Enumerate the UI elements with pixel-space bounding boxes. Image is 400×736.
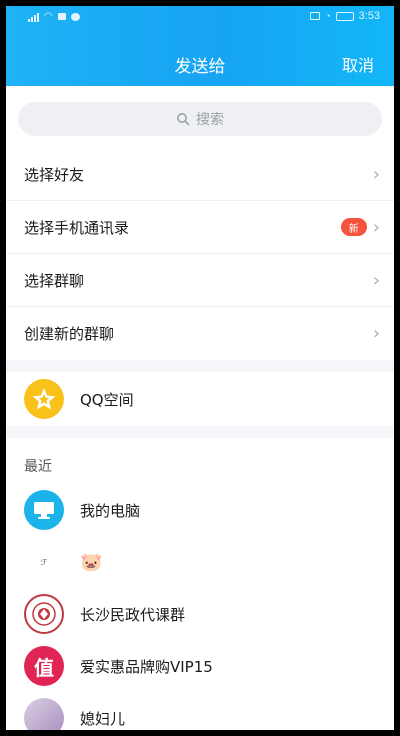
recent-item-name: 我的电脑 [80,501,141,520]
chevron-right-icon: › [372,163,380,185]
status-right: ◔ 3:53 [310,10,380,22]
menu-item-select-friends[interactable]: 选择好友 › [6,148,394,201]
recent-item[interactable]: 我的电脑 [6,484,394,536]
search-input[interactable]: 搜索 [18,102,382,136]
search-icon [177,113,190,126]
search-section: 搜索 [6,86,394,148]
qzone-star-icon [24,379,64,419]
qzone-item[interactable]: QQ空间 [6,372,394,426]
section-divider [6,426,394,438]
menu-item-select-groups[interactable]: 选择群聊 › [6,254,394,307]
qzone-label: QQ空间 [80,390,134,409]
chat-icon [70,12,80,21]
battery-icon [335,11,354,21]
recent-item-name: 长沙民政代课群 [80,605,186,624]
section-divider [6,360,394,372]
recent-item[interactable]: 媳妇儿 [6,692,394,730]
chevron-right-icon: › [372,323,380,344]
menu-item-label: 创建新的群聊 [24,325,115,343]
new-badge: 新 [340,218,367,236]
menu-item-create-group[interactable]: 创建新的群聊 › [6,307,394,360]
search-placeholder: 搜索 [196,112,224,128]
recent-item-name: 爱实惠品牌购VIP15 [80,657,213,676]
contact-avatar [24,698,64,730]
alarm-icon: ◔ [325,11,331,21]
hd-icon [310,12,321,20]
recent-item[interactable]: 值 爱实惠品牌购VIP15 [6,640,394,692]
cancel-button[interactable]: 取消 [342,52,374,76]
computer-icon [24,490,64,530]
menu-item-label: 选择好友 [24,165,85,184]
menu-item-select-contacts[interactable]: 选择手机通讯录 新 › [6,201,394,254]
page-title: 发送给 [174,57,226,77]
group-seal-avatar [24,594,64,634]
signal-icon [28,12,39,22]
contact-avatar: ℱ [24,542,64,582]
chevron-right-icon: › [372,216,380,238]
menu-item-label: 选择群聊 [24,271,85,290]
app-screen: ◠ ◔ 3:53 发送给 取消 搜索 选择好友 › 选择手机通讯录 新 › 选择… [6,6,394,730]
recent-list: 最近 我的电脑 ℱ 🐷 长沙民政代课群 值 爱实惠品牌购VIP15 媳妇儿 [6,438,394,730]
wifi-icon: ◠ [44,11,53,22]
recent-item[interactable]: ℱ 🐷 [6,536,394,588]
status-time: 3:53 [358,10,380,22]
value-avatar: 值 [24,646,64,686]
notification-icon [57,13,66,20]
pig-emoji-icon: 🐷 [80,551,103,573]
select-menu: 选择好友 › 选择手机通讯录 新 › 选择群聊 › 创建新的群聊 › [6,148,394,360]
menu-item-label: 选择手机通讯录 [24,218,130,237]
status-bar: ◠ ◔ 3:53 [6,6,394,28]
status-left: ◠ [28,11,80,22]
header-bar: ◠ ◔ 3:53 发送给 取消 [6,6,394,86]
recent-item-name: 媳妇儿 [80,709,126,728]
chevron-right-icon: › [372,269,380,291]
main-content: 搜索 选择好友 › 选择手机通讯录 新 › 选择群聊 › 创建新的群聊 › QQ… [6,86,394,730]
recent-item[interactable]: 长沙民政代课群 [6,588,394,640]
recent-heading: 最近 [24,459,52,475]
